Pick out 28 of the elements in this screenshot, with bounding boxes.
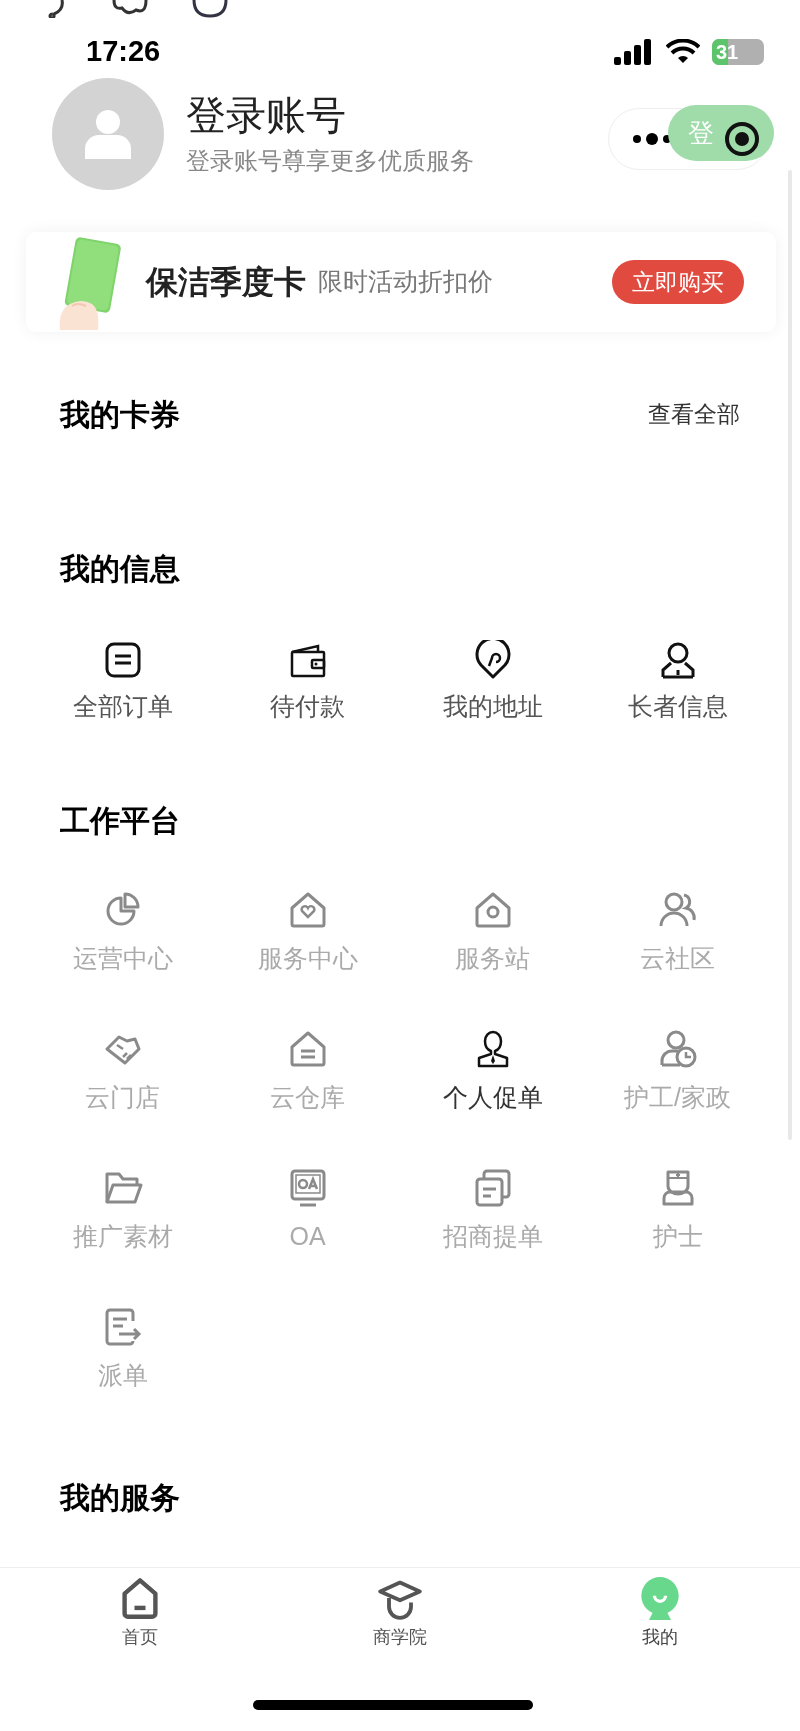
menu-item-label[interactable]: 我的地址	[442, 694, 543, 719]
banner-title: 保洁季度卡	[146, 263, 306, 302]
section-title: 我的信息	[60, 551, 180, 587]
signal-icon	[614, 39, 654, 65]
status-time: 17:26	[86, 34, 161, 70]
tab-item[interactable]: 商学院	[373, 1576, 427, 1651]
section-title: 我的服务	[60, 1480, 180, 1516]
tab-item[interactable]: 我的	[638, 1576, 682, 1651]
login-subtitle: 登录账号尊享更多优质服务	[186, 149, 474, 173]
view-all-link[interactable]: 查看全部	[648, 397, 740, 432]
more-icon[interactable]	[633, 133, 671, 145]
location-pin-icon[interactable]	[472, 640, 513, 680]
menu-item-label[interactable]: 长者信息	[627, 694, 728, 719]
buy-now-button[interactable]: 立即购买	[612, 260, 744, 304]
wifi-icon	[666, 39, 700, 65]
tab-item[interactable]: 首页	[118, 1576, 162, 1651]
menu-item-label[interactable]: 个人促单	[442, 1085, 543, 1110]
menu-item-label[interactable]: 待付款	[270, 694, 345, 719]
banner-subtitle: 限时活动折扣价	[318, 266, 493, 298]
close-target-icon[interactable]	[724, 121, 760, 157]
section-title: 我的卡券	[60, 397, 180, 433]
login-title[interactable]: 登录账号	[186, 95, 474, 135]
menu-item-label[interactable]: 全部订单	[72, 694, 173, 719]
section-title: 工作平台	[60, 803, 180, 839]
profile-face-icon	[638, 1576, 682, 1620]
promo-banner[interactable]: 保洁季度卡 限时活动折扣价 立即购买	[26, 232, 776, 332]
battery-percent: 31	[715, 42, 739, 62]
person-icon	[83, 109, 133, 159]
